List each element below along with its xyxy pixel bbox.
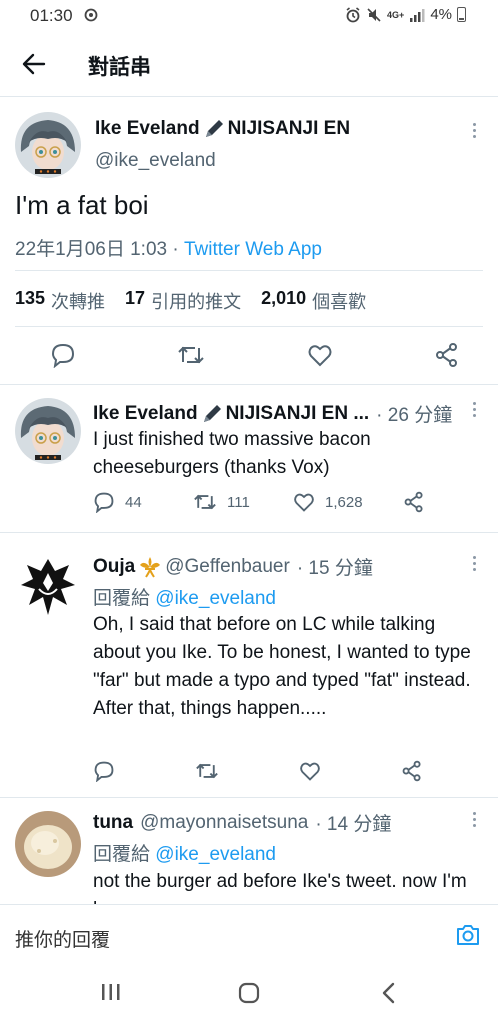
author-handle[interactable]: @ike_eveland (95, 150, 216, 172)
reply-text: I just finished two massive bacon cheese… (93, 429, 371, 478)
like-icon[interactable] (307, 342, 333, 368)
page-title: 對話串 (88, 56, 151, 79)
reply-author-handle: @Geffenbauer (165, 555, 290, 577)
more-options-icon[interactable] (471, 123, 477, 141)
like-label[interactable]: 個喜歡 (312, 288, 366, 314)
reply-to-mention[interactable]: @ike_eveland (155, 844, 276, 865)
alarm-icon (346, 6, 360, 22)
reply-input-placeholder[interactable]: 推你的回覆 (15, 925, 110, 952)
reply-author-name: Ike Eveland (93, 402, 198, 424)
reply-author-suffix: NIJISANJI EN ... (225, 402, 370, 424)
avatar-ike-reply[interactable] (15, 398, 81, 464)
share-icon[interactable] (434, 342, 460, 368)
reply-to-label: 回覆給 (93, 588, 151, 609)
author-name[interactable]: Ike Eveland NIJISANJI EN (95, 118, 350, 140)
like-count[interactable]: 2,010 (261, 288, 306, 314)
main-tweet-divider (0, 384, 498, 385)
retweet-icon[interactable] (177, 342, 205, 368)
author-name-suffix: NIJISANJI EN (227, 118, 351, 139)
retweet-icon (194, 494, 216, 510)
tweet-stats: 135 次轉推 17 引用的推文 2,010 個喜歡 (15, 288, 366, 314)
tweet-timestamp[interactable]: 22年1月06日 1:03 · (15, 239, 184, 260)
reply-text: Oh, I said that before on LC while talki… (93, 614, 471, 719)
pen-icon (205, 120, 223, 137)
reply-to-label: 回覆給 (93, 844, 151, 865)
reply-action-bar (93, 760, 423, 782)
reply-author[interactable]: Ouja @Geffenbauer · 15 分鐘 (93, 553, 373, 580)
mute-icon (367, 7, 381, 22)
share-button[interactable] (403, 491, 425, 513)
retweet-icon[interactable] (195, 760, 219, 782)
reply-to-line: 回覆給 @ike_eveland (93, 839, 276, 866)
avatar-tuna[interactable] (15, 811, 81, 877)
reply-to-line: 回覆給 @ike_eveland (93, 583, 276, 610)
home-icon[interactable] (238, 982, 260, 1004)
reply-time: · 14 分鐘 (315, 814, 392, 835)
system-nav-bar (0, 962, 498, 1024)
more-options-icon[interactable] (471, 812, 477, 830)
reply-action-bar: 44 111 1,628 (93, 491, 425, 513)
like-button[interactable]: 1,628 (293, 491, 403, 513)
tweet-source-app[interactable]: Twitter Web App (184, 239, 322, 260)
tweet-meta: 22年1月06日 1:03 · Twitter Web App (15, 234, 322, 261)
share-icon[interactable] (401, 760, 423, 782)
signal-icon (410, 8, 425, 22)
reply-time: · 15 分鐘 (296, 558, 373, 579)
share-icon (404, 491, 423, 513)
back-arrow-icon[interactable] (20, 50, 48, 78)
reply-author-name: tuna (93, 811, 134, 833)
avatar-ouja[interactable] (15, 555, 81, 621)
reply-button[interactable]: 44 (93, 491, 193, 513)
sync-icon (84, 8, 98, 22)
battery-percent: 4% (430, 6, 452, 23)
reply-icon[interactable] (50, 342, 76, 368)
retweet-label[interactable]: 次轉推 (51, 288, 105, 314)
reply-composer[interactable]: 推你的回覆 (0, 904, 498, 962)
camera-icon[interactable] (455, 923, 481, 947)
reply-divider (0, 532, 498, 533)
reply-author[interactable]: tuna @mayonnaisetsuna · 14 分鐘 (93, 809, 391, 836)
fleur-de-lis-icon (140, 556, 161, 578)
network-label: 4G+ (387, 9, 405, 20)
like-icon[interactable] (299, 760, 321, 782)
reply-icon[interactable] (93, 760, 115, 782)
reply-divider (0, 797, 498, 798)
reply-icon (94, 492, 114, 513)
reply-time: · 26 分鐘 (376, 405, 453, 426)
quote-count[interactable]: 17 (125, 288, 145, 314)
back-icon[interactable] (380, 982, 398, 1004)
more-options-icon[interactable] (471, 556, 477, 574)
reply-author[interactable]: Ike Eveland NIJISANJI EN ... · 26 分鐘 (93, 400, 452, 427)
meta-divider (15, 270, 483, 271)
retweet-count: 111 (227, 493, 250, 511)
app-header: 對話串 (0, 34, 498, 94)
like-icon (294, 493, 314, 512)
header-divider (0, 96, 498, 97)
tweet-text: I'm a fat boi (15, 190, 149, 220)
stats-divider (15, 326, 483, 327)
reply-author-handle: @mayonnaisetsuna (140, 811, 309, 833)
status-bar: 01:30 4G+ 4% (0, 0, 498, 32)
reply-author-name: Ouja (93, 555, 136, 577)
status-time: 01:30 (30, 6, 73, 25)
battery-icon (457, 7, 466, 22)
retweet-button[interactable]: 111 (193, 491, 293, 513)
pen-icon (203, 404, 221, 422)
reply-to-mention[interactable]: @ike_eveland (155, 588, 276, 609)
main-action-bar (50, 342, 460, 368)
more-options-icon[interactable] (471, 402, 477, 420)
author-name-text: Ike Eveland (95, 118, 200, 139)
recent-apps-icon[interactable] (100, 982, 122, 1002)
reply-count: 44 (125, 493, 142, 511)
avatar-ike[interactable] (15, 112, 81, 178)
quote-label[interactable]: 引用的推文 (151, 288, 241, 314)
like-count: 1,628 (325, 493, 363, 511)
retweet-count[interactable]: 135 (15, 288, 45, 314)
